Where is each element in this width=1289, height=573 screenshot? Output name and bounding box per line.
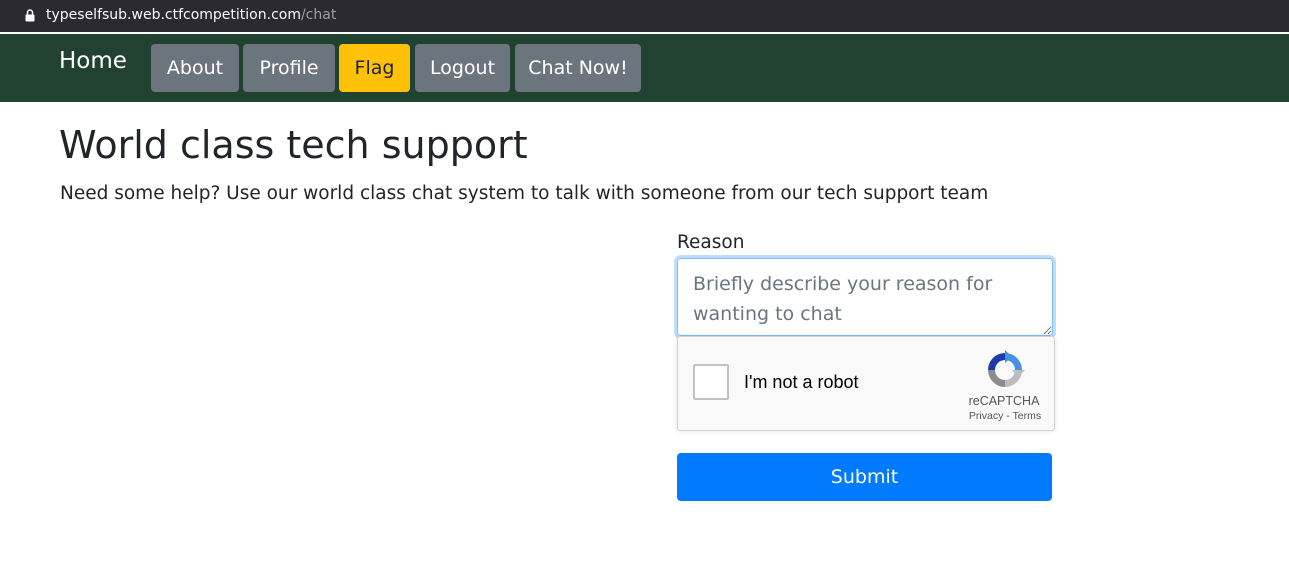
page-lead-text: Need some help? Use our world class chat… xyxy=(60,183,989,204)
recaptcha-links-separator: - xyxy=(1003,410,1013,422)
recaptcha-privacy-link[interactable]: Privacy xyxy=(969,410,1003,422)
nav-logout-button[interactable]: Logout xyxy=(415,44,510,92)
recaptcha-checkbox[interactable] xyxy=(693,364,729,400)
nav-about-button[interactable]: About xyxy=(151,44,239,92)
recaptcha-widget: I'm not a robot reCAPTCHA Privacy - Term… xyxy=(677,336,1055,431)
url-host: typeselfsub.web.ctfcompetition.com xyxy=(46,7,301,23)
reason-label: Reason xyxy=(677,232,745,253)
recaptcha-logo-icon xyxy=(988,350,1025,387)
nav-flag-button[interactable]: Flag xyxy=(339,44,410,92)
submit-button[interactable]: Submit xyxy=(677,453,1052,501)
recaptcha-terms-link[interactable]: Terms xyxy=(1013,410,1042,422)
recaptcha-label: I'm not a robot xyxy=(744,372,859,392)
recaptcha-brand: reCAPTCHA xyxy=(968,394,1040,408)
recaptcha-links: Privacy - Terms xyxy=(940,410,1070,422)
page-title: World class tech support xyxy=(59,123,528,167)
lock-icon xyxy=(25,9,35,22)
nav-brand-home[interactable]: Home xyxy=(59,48,127,74)
nav-chat-now-button[interactable]: Chat Now! xyxy=(515,44,641,92)
browser-url-bar[interactable]: typeselfsub.web.ctfcompetition.com/chat xyxy=(0,0,1289,32)
reason-textarea[interactable] xyxy=(677,258,1053,336)
url-text: typeselfsub.web.ctfcompetition.com/chat xyxy=(46,7,336,23)
nav-profile-button[interactable]: Profile xyxy=(243,44,335,92)
url-path: /chat xyxy=(300,7,337,23)
navbar: Home About Profile Flag Logout Chat Now! xyxy=(0,34,1289,102)
